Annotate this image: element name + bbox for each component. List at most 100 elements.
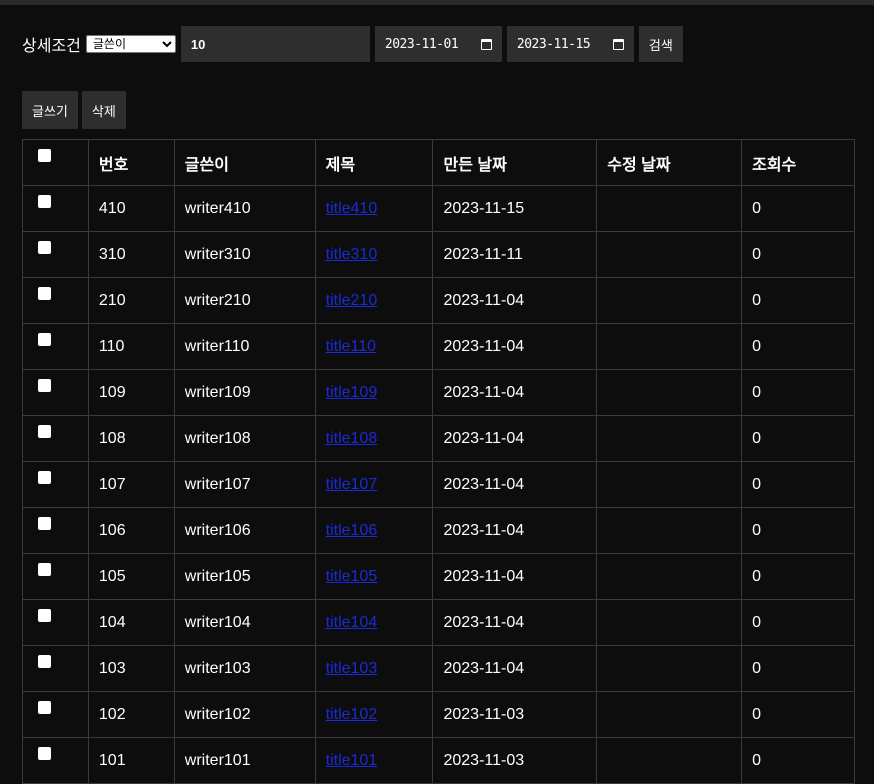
title-link[interactable]: title110: [326, 338, 376, 355]
title-link[interactable]: title310: [326, 246, 378, 263]
header-updated: 수정 날짜: [596, 139, 743, 186]
cell-title: title109: [314, 369, 434, 416]
title-link[interactable]: title410: [326, 200, 378, 217]
title-link[interactable]: title107: [326, 476, 378, 493]
cell-title: title101: [314, 737, 434, 784]
table-row: 410 writer410 title410 2023-11-15 0: [22, 185, 855, 232]
cell-updated: [596, 507, 743, 554]
header-created: 만든 날짜: [432, 139, 598, 186]
cell-updated: [596, 415, 743, 462]
title-link[interactable]: title210: [326, 292, 378, 309]
row-checkbox[interactable]: [38, 654, 51, 668]
title-link[interactable]: title105: [326, 568, 378, 585]
cell-title: title210: [314, 277, 434, 324]
row-select-cell: [22, 737, 89, 784]
table-row: 107 writer107 title107 2023-11-04 0: [22, 461, 855, 508]
cell-views: 0: [741, 369, 855, 416]
row-checkbox[interactable]: [38, 332, 51, 346]
title-link[interactable]: title108: [326, 430, 378, 447]
row-checkbox[interactable]: [38, 470, 51, 484]
cell-updated: [596, 185, 743, 232]
search-condition-select[interactable]: 글쓴이: [85, 35, 176, 53]
header-no: 번호: [87, 139, 175, 186]
title-link[interactable]: title103: [326, 660, 378, 677]
date-to-input[interactable]: 2023-11-15: [506, 26, 634, 62]
row-select-cell: [22, 691, 89, 738]
calendar-icon[interactable]: [480, 38, 492, 50]
cell-created: 2023-11-03: [432, 691, 598, 738]
cell-views: 0: [741, 645, 855, 692]
cell-views: 0: [741, 231, 855, 278]
cell-writer: writer102: [173, 691, 316, 738]
cell-updated: [596, 645, 743, 692]
delete-button[interactable]: 삭제: [81, 91, 126, 129]
cell-no: 101: [87, 737, 175, 784]
title-link[interactable]: title106: [326, 522, 378, 539]
row-select-cell: [22, 277, 89, 324]
cell-updated: [596, 277, 743, 324]
cell-views: 0: [741, 507, 855, 554]
cell-writer: writer101: [173, 737, 316, 784]
cell-writer: writer109: [173, 369, 316, 416]
row-checkbox[interactable]: [38, 608, 51, 622]
cell-writer: writer104: [173, 599, 316, 646]
search-keyword-input[interactable]: [180, 26, 370, 62]
title-link[interactable]: title109: [326, 384, 378, 401]
cell-updated: [596, 599, 743, 646]
table-row: 210 writer210 title210 2023-11-04 0: [22, 277, 855, 324]
table-row: 102 writer102 title102 2023-11-03 0: [22, 691, 855, 738]
cell-title: title103: [314, 645, 434, 692]
cell-title: title106: [314, 507, 434, 554]
row-checkbox[interactable]: [38, 424, 51, 438]
title-link[interactable]: title102: [326, 706, 378, 723]
table-row: 103 writer103 title103 2023-11-04 0: [22, 645, 855, 692]
write-button[interactable]: 글쓰기: [22, 91, 78, 129]
cell-title: title104: [314, 599, 434, 646]
cell-created: 2023-11-04: [432, 277, 598, 324]
cell-writer: writer103: [173, 645, 316, 692]
table-row: 310 writer310 title310 2023-11-11 0: [22, 231, 855, 278]
cell-no: 107: [87, 461, 175, 508]
search-button[interactable]: 검색: [638, 26, 683, 62]
table-row: 106 writer106 title106 2023-11-04 0: [22, 507, 855, 554]
search-label: 상세조건: [22, 38, 81, 55]
cell-title: title110: [314, 323, 434, 370]
row-checkbox[interactable]: [38, 240, 51, 254]
date-from-input[interactable]: 2023-11-01: [374, 26, 502, 62]
row-checkbox[interactable]: [38, 562, 51, 576]
cell-title: title105: [314, 553, 434, 600]
cell-writer: writer106: [173, 507, 316, 554]
row-select-cell: [22, 599, 89, 646]
calendar-icon[interactable]: [612, 38, 624, 50]
cell-created: 2023-11-15: [432, 185, 598, 232]
cell-created: 2023-11-04: [432, 645, 598, 692]
cell-no: 109: [87, 369, 175, 416]
row-checkbox[interactable]: [38, 194, 51, 208]
cell-updated: [596, 323, 743, 370]
cell-views: 0: [741, 553, 855, 600]
table-row: 105 writer105 title105 2023-11-04 0: [22, 553, 855, 600]
row-checkbox[interactable]: [38, 746, 51, 760]
cell-views: 0: [741, 737, 855, 784]
title-link[interactable]: title104: [326, 614, 378, 631]
cell-views: 0: [741, 185, 855, 232]
cell-updated: [596, 553, 743, 600]
select-all-cell: [22, 139, 89, 186]
cell-created: 2023-11-04: [432, 507, 598, 554]
table-row: 108 writer108 title108 2023-11-04 0: [22, 415, 855, 462]
cell-no: 108: [87, 415, 175, 462]
title-link[interactable]: title101: [326, 752, 378, 769]
row-checkbox[interactable]: [38, 700, 51, 714]
cell-title: title102: [314, 691, 434, 738]
row-checkbox[interactable]: [38, 286, 51, 300]
cell-title: title108: [314, 415, 434, 462]
row-checkbox[interactable]: [38, 516, 51, 530]
date-to-value: 2023-11-15: [516, 36, 591, 52]
cell-writer: writer107: [173, 461, 316, 508]
action-bar: 글쓰기 삭제: [22, 91, 126, 129]
select-all-checkbox[interactable]: [38, 148, 51, 162]
cell-writer: writer210: [173, 277, 316, 324]
row-select-cell: [22, 231, 89, 278]
board-table: 번호 글쓴이 제목 만든 날짜 수정 날짜 조회수 410 writer410 ti…: [22, 139, 855, 784]
row-checkbox[interactable]: [38, 378, 51, 392]
